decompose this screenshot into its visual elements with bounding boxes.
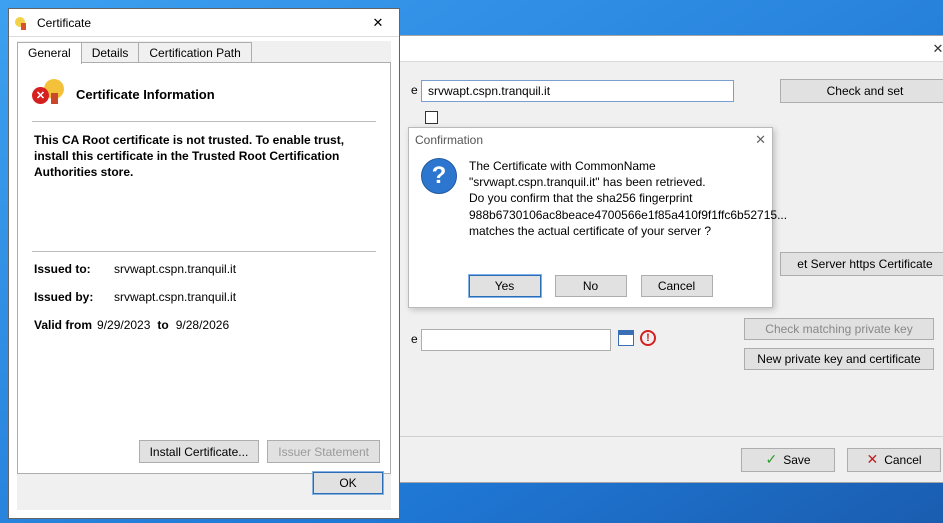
cert-close-button[interactable]: ✕ xyxy=(359,12,397,34)
install-certificate-button[interactable]: Install Certificate... xyxy=(139,440,260,463)
confirmation-dialog: Confirmation ✕ ? The Certificate with Co… xyxy=(408,127,773,308)
certificate-icon xyxy=(15,15,31,31)
tab-details[interactable]: Details xyxy=(81,42,140,64)
confirm-no-button[interactable]: No xyxy=(555,275,627,297)
certificate-large-icon: ✕ xyxy=(32,77,66,111)
confirm-yes-button[interactable]: Yes xyxy=(469,275,541,297)
confirm-cancel-button[interactable]: Cancel xyxy=(641,275,713,297)
cutoff-label-2: e xyxy=(411,332,418,346)
save-button[interactable]: ✓ Save xyxy=(741,448,835,472)
certificate-dialog: Certificate ✕ General Details Certificat… xyxy=(8,8,400,519)
cert-path-input[interactable] xyxy=(421,329,611,351)
tab-cert-path[interactable]: Certification Path xyxy=(138,42,251,64)
confirm-line4: 988b6730106ac8beace4700566e1f85a410f9f1f… xyxy=(469,207,787,223)
cancel-button-label: Cancel xyxy=(884,453,921,467)
confirmation-title: Confirmation xyxy=(415,133,483,147)
cutoff-label-1: e xyxy=(411,83,418,97)
question-icon: ? xyxy=(421,158,457,194)
check-icon: ✓ xyxy=(765,451,777,468)
valid-to-word: to xyxy=(157,318,168,332)
tab-general-panel: ✕ Certificate Information This CA Root c… xyxy=(17,62,391,474)
cancel-button[interactable]: ✕ Cancel xyxy=(847,448,941,472)
confirm-line2: "srvwapt.cspn.tranquil.it" has been retr… xyxy=(469,174,787,190)
issued-to-label: Issued to: xyxy=(34,262,114,276)
valid-from-value: 9/29/2023 xyxy=(97,318,150,332)
valid-to-value: 9/28/2026 xyxy=(176,318,229,332)
tab-general[interactable]: General xyxy=(17,42,82,64)
confirm-line3: Do you confirm that the sha256 fingerpri… xyxy=(469,190,787,206)
get-server-cert-button[interactable]: et Server https Certificate xyxy=(780,252,943,276)
save-button-label: Save xyxy=(783,453,810,467)
error-badge-icon: ✕ xyxy=(32,87,49,104)
confirmation-close-button[interactable]: ✕ xyxy=(755,132,766,148)
cert-info-heading: Certificate Information xyxy=(76,87,215,102)
cert-ok-button[interactable]: OK xyxy=(313,472,383,494)
check-and-set-button[interactable]: Check and set xyxy=(780,79,943,103)
server-url-input[interactable] xyxy=(421,80,734,102)
bgwin-footer: ✓ Save ✕ Cancel xyxy=(396,436,943,482)
manual-override-row: Manual override xyxy=(425,110,528,124)
confirm-line1: The Certificate with CommonName xyxy=(469,158,787,174)
x-icon: ✕ xyxy=(866,451,878,468)
issuer-statement-button: Issuer Statement xyxy=(267,440,380,463)
calendar-icon[interactable] xyxy=(618,330,634,346)
bgwin-titlebar: ✕ xyxy=(396,36,943,62)
cert-trust-message: This CA Root certificate is not trusted.… xyxy=(34,132,374,181)
cert-window-title: Certificate xyxy=(37,16,91,30)
bgwin-close-button[interactable]: ✕ xyxy=(917,36,943,61)
confirm-line5: matches the actual certificate of your s… xyxy=(469,223,787,239)
issued-by-value: srvwapt.cspn.tranquil.it xyxy=(114,290,236,304)
issued-to-value: srvwapt.cspn.tranquil.it xyxy=(114,262,236,276)
check-matching-key-button[interactable]: Check matching private key xyxy=(744,318,934,340)
cert-tabs: General Details Certification Path xyxy=(17,41,391,63)
issued-by-label: Issued by: xyxy=(34,290,114,304)
valid-from-label: Valid from xyxy=(34,318,92,332)
confirmation-message: The Certificate with CommonName "srvwapt… xyxy=(469,158,787,265)
cert-titlebar: Certificate ✕ xyxy=(9,9,399,37)
manual-override-checkbox[interactable] xyxy=(425,111,438,124)
new-key-cert-button[interactable]: New private key and certificate xyxy=(744,348,934,370)
warning-icon: ! xyxy=(640,330,656,346)
